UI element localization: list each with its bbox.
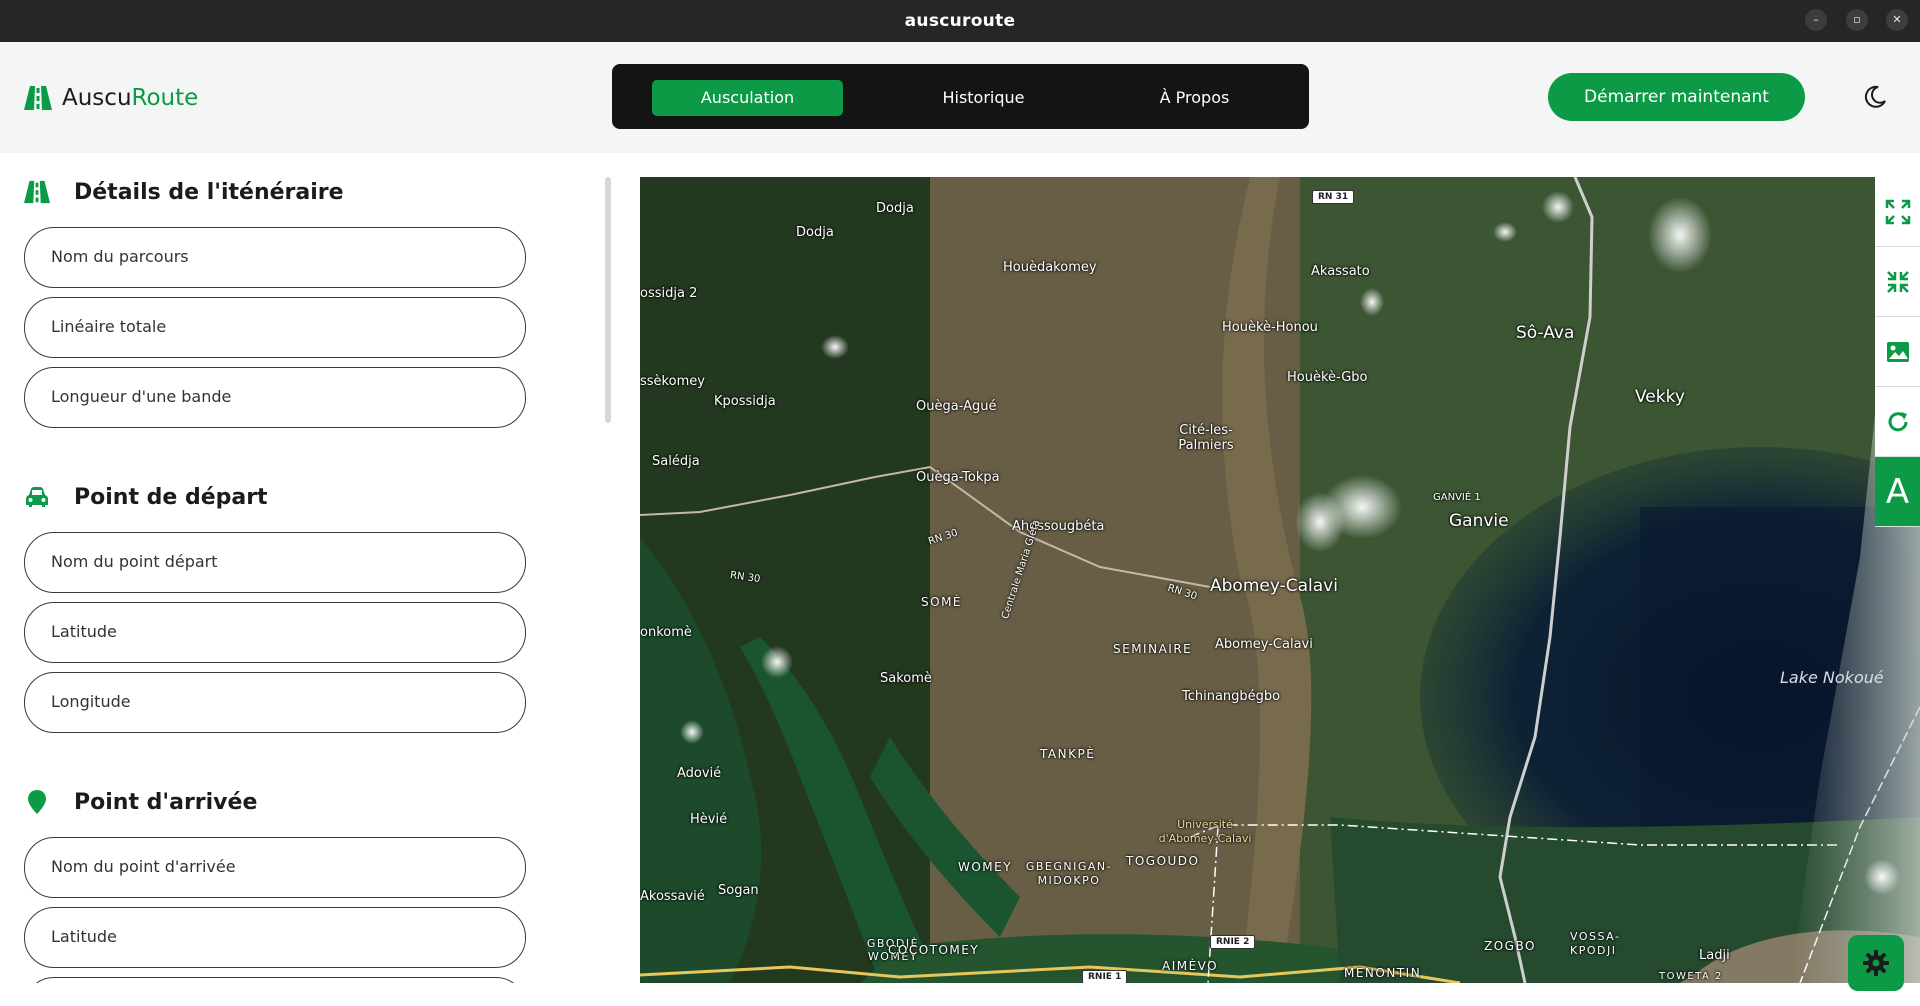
- panel-scrollbar[interactable]: [605, 177, 611, 423]
- map-label: Kpossidja: [714, 394, 776, 409]
- map-label: Dodja: [876, 201, 914, 216]
- route-form-panel: Détails de l'iténéraire Nom du parcours …: [0, 153, 615, 983]
- section-title: Point de départ: [74, 484, 268, 510]
- map-label: SOMÈ: [921, 595, 962, 609]
- map-label: ZOGBO: [1484, 939, 1536, 953]
- section-title: Détails de l'iténéraire: [74, 179, 344, 205]
- window-titlebar: auscuroute – ▫ ✕: [0, 0, 1920, 42]
- map-label: Ouèga-Agué: [916, 399, 997, 414]
- map-label: Ganvie: [1449, 511, 1509, 531]
- image-icon: [1886, 341, 1909, 362]
- expand-icon: [1885, 199, 1910, 224]
- map-label: Sogan: [718, 883, 759, 898]
- map-label: VOSSA-KPODJI: [1570, 930, 1621, 957]
- map-controls: A: [1875, 177, 1920, 527]
- app-logo[interactable]: AuscuRoute: [24, 80, 198, 116]
- map-image-button[interactable]: [1875, 317, 1920, 387]
- section-title: Point d'arrivée: [74, 789, 258, 815]
- map-label: SEMINAIRE: [1113, 642, 1193, 656]
- map-label: TOWETA 2: [1659, 971, 1723, 982]
- close-button[interactable]: ✕: [1886, 9, 1908, 31]
- satellite-map[interactable]: Dodja Dodja Houèdakomey Akassato ossidja…: [640, 177, 1920, 983]
- section-itinerary: Détails de l'iténéraire: [24, 177, 344, 207]
- compress-icon: [1886, 270, 1909, 293]
- road-shield: RNIE 2: [1210, 935, 1256, 949]
- section-arrival: Point d'arrivée: [24, 787, 257, 817]
- map-label: Hèvié: [690, 812, 728, 827]
- arrival-longitude-input[interactable]: [24, 977, 526, 983]
- moon-icon[interactable]: [1862, 84, 1888, 110]
- map-label: Salédja: [652, 454, 700, 469]
- map-label: Abomey-Calavi: [1210, 576, 1338, 596]
- departure-longitude-input[interactable]: Longitude: [24, 672, 526, 733]
- map-label: Vekky: [1635, 387, 1685, 407]
- map-label: Abomey-Calavi: [1215, 637, 1313, 652]
- fullscreen-button[interactable]: [1875, 177, 1920, 247]
- route-name-input[interactable]: Nom du parcours: [24, 227, 526, 288]
- map-label: Houèkè-Gbo: [1287, 370, 1368, 385]
- map-label: Ouèga-Tokpa: [916, 470, 1000, 485]
- minimize-button[interactable]: –: [1805, 9, 1827, 31]
- logo-text: AuscuRoute: [62, 85, 199, 111]
- map-label: Houèdakomey: [1003, 260, 1097, 275]
- location-pin-icon: [28, 790, 46, 814]
- map-label: Cité-les-Palmiers: [1178, 423, 1234, 453]
- map-label: AIMÈVO: [1162, 959, 1219, 973]
- map-label: ssèkomey: [640, 374, 705, 389]
- tab-a-propos[interactable]: À Propos: [1108, 80, 1281, 116]
- map-label: MENONTIN: [1344, 966, 1422, 980]
- map-label: Sô-Ava: [1516, 323, 1575, 343]
- map-label: Tchinangbégbo: [1182, 689, 1281, 704]
- map-label: GBEGNIGAN-MIDOKPO: [1025, 860, 1113, 887]
- map-label: ossidja 2: [640, 286, 698, 301]
- section-departure: Point de départ: [24, 482, 268, 512]
- tab-ausculation[interactable]: Ausculation: [652, 80, 843, 116]
- map-label: Dodja: [796, 225, 834, 240]
- map-label: GANVIÉ 1: [1433, 492, 1481, 503]
- map-labels-toggle[interactable]: A: [1875, 457, 1920, 527]
- refresh-icon: [1888, 411, 1907, 431]
- map-label: Université d'Abomey-Calavi: [1158, 818, 1252, 845]
- maximize-button[interactable]: ▫: [1846, 9, 1868, 31]
- map-label: Houèkè-Honou: [1222, 320, 1318, 335]
- map-label: Lake Nokoué: [1780, 668, 1884, 687]
- band-length-input[interactable]: Longueur d'une bande: [24, 367, 526, 428]
- map-label: Sakomè: [880, 671, 932, 686]
- map-label: onkomè: [640, 625, 692, 640]
- map-label: Akossavié: [640, 889, 705, 904]
- total-length-input[interactable]: Linéaire totale: [24, 297, 526, 358]
- map-label: Ahossougbéta: [1012, 519, 1105, 534]
- label-toggle-glyph: A: [1885, 471, 1910, 512]
- exit-fullscreen-button[interactable]: [1875, 247, 1920, 317]
- map-label: COCOTOMEY: [888, 943, 980, 957]
- window-title: auscuroute: [904, 11, 1016, 31]
- app-header: AuscuRoute Ausculation Historique À Prop…: [0, 42, 1920, 153]
- tab-historique[interactable]: Historique: [888, 80, 1079, 116]
- settings-button[interactable]: [1848, 935, 1904, 991]
- departure-latitude-input[interactable]: Latitude: [24, 602, 526, 663]
- refresh-button[interactable]: [1875, 387, 1920, 457]
- start-now-button[interactable]: Démarrer maintenant: [1548, 73, 1805, 121]
- car-icon: [26, 487, 48, 507]
- map-label: TANKPÈ: [1040, 747, 1096, 761]
- map-label: Ladji: [1699, 948, 1730, 963]
- arrival-name-input[interactable]: Nom du point d'arrivée: [24, 837, 526, 898]
- map-label: WOMEY: [958, 860, 1013, 874]
- departure-name-input[interactable]: Nom du point départ: [24, 532, 526, 593]
- gear-icon: [1863, 950, 1889, 976]
- map-label: Akassato: [1311, 264, 1370, 279]
- map-label: Adovié: [677, 766, 722, 781]
- road-icon: [24, 180, 50, 204]
- map-label: TOGOUDO: [1126, 854, 1200, 868]
- road-shield: RNIE 1: [1082, 970, 1128, 983]
- main-nav: Ausculation Historique À Propos: [612, 64, 1309, 129]
- road-icon: [24, 86, 52, 110]
- arrival-latitude-input[interactable]: Latitude: [24, 907, 526, 968]
- road-shield: RN 31: [1312, 190, 1355, 204]
